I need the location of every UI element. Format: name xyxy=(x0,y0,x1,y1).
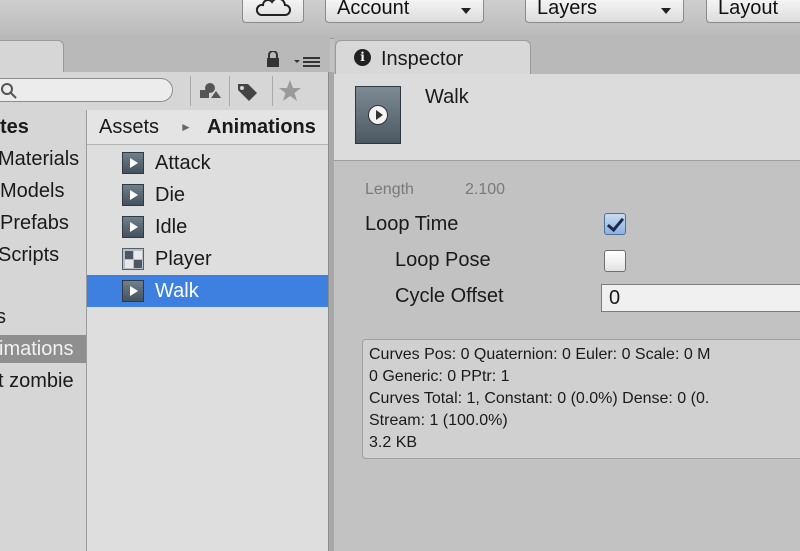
breadcrumb-separator-icon: ► xyxy=(180,120,192,134)
project-search-row xyxy=(0,72,330,111)
panel-menu-icon[interactable] xyxy=(293,54,321,68)
tree-item[interactable]: Materials xyxy=(0,145,86,173)
inspector-body: Length 2.100 Loop Time Loop Pose Cycle O… xyxy=(334,161,800,551)
file-row-attack[interactable]: Attack xyxy=(87,147,328,179)
star-icon xyxy=(279,80,301,101)
filter-by-label-button[interactable] xyxy=(229,76,263,106)
stats-line: 0 Generic: 0 PPtr: 1 xyxy=(369,368,510,385)
chevron-down-icon xyxy=(461,8,471,14)
file-label: Player xyxy=(155,248,212,270)
animation-clip-icon xyxy=(122,184,144,206)
loop-time-checkbox[interactable] xyxy=(604,213,626,235)
info-icon: i xyxy=(354,49,371,66)
cycle-offset-field[interactable]: 0 xyxy=(601,284,800,312)
tag-icon xyxy=(238,84,257,101)
file-label: Die xyxy=(155,184,186,206)
file-label: Idle xyxy=(155,216,188,238)
lock-icon[interactable] xyxy=(266,51,280,67)
file-row-idle[interactable]: Idle xyxy=(87,211,328,243)
file-row-walk[interactable]: Walk xyxy=(87,275,328,307)
favorites-button[interactable] xyxy=(272,76,306,106)
asset-list: Assets ► Animations Attack Die Idle Play… xyxy=(87,110,328,551)
cycle-offset-label: Cycle Offset xyxy=(395,285,504,307)
stats-line: 3.2 KB xyxy=(369,434,418,451)
project-tab[interactable] xyxy=(0,40,64,74)
tree-item[interactable]: s xyxy=(0,303,86,331)
asset-name: Walk xyxy=(425,86,469,108)
tree-item-animations[interactable]: imations xyxy=(0,335,86,363)
stats-line: Curves Pos: 0 Quaternion: 0 Euler: 0 Sca… xyxy=(369,346,711,363)
length-value: 2.100 xyxy=(465,181,506,198)
search-input[interactable] xyxy=(0,78,173,102)
file-row-player[interactable]: Player xyxy=(87,243,328,275)
shapes-icon xyxy=(200,83,221,98)
cloud-icon xyxy=(255,0,291,16)
tree-item[interactable]: Models xyxy=(0,177,86,205)
chevron-down-icon xyxy=(661,8,671,14)
breadcrumb-assets[interactable]: Assets xyxy=(99,110,159,144)
search-icon xyxy=(1,83,17,99)
loop-time-label: Loop Time xyxy=(365,213,459,235)
breadcrumb-current[interactable]: Animations xyxy=(207,110,316,144)
stats-line: Stream: 1 (100.0%) xyxy=(369,412,508,429)
account-label: Account xyxy=(337,0,410,19)
layout-label: Layout xyxy=(718,0,779,19)
file-label: Attack xyxy=(155,152,211,174)
layout-dropdown[interactable]: Layout xyxy=(706,0,800,23)
length-label: Length xyxy=(365,181,414,198)
file-row-die[interactable]: Die xyxy=(87,179,328,211)
animator-controller-icon xyxy=(122,248,144,270)
cloud-button[interactable] xyxy=(242,0,304,23)
animation-clip-icon xyxy=(122,216,144,238)
account-dropdown[interactable]: Account xyxy=(325,0,484,23)
loop-pose-label: Loop Pose xyxy=(395,249,491,271)
tree-item[interactable]: tes xyxy=(0,113,86,141)
animation-clip-icon xyxy=(355,86,401,144)
loop-pose-checkbox[interactable] xyxy=(604,250,626,272)
clip-stats-box: Curves Pos: 0 Quaternion: 0 Euler: 0 Sca… xyxy=(362,339,800,459)
toolbar: Account Layers Layout xyxy=(0,0,800,39)
file-label: Walk xyxy=(155,280,199,302)
inspector-tab-label: Inspector xyxy=(381,48,464,70)
filter-by-type-button[interactable] xyxy=(190,76,224,106)
layers-dropdown[interactable]: Layers xyxy=(525,0,684,23)
tab-inspector[interactable]: i Inspector xyxy=(335,40,531,76)
animation-clip-icon xyxy=(122,152,144,174)
animation-clip-icon xyxy=(122,280,144,302)
inspector-header: Walk xyxy=(334,74,800,161)
tree-item[interactable]: Prefabs xyxy=(0,209,86,237)
folder-tree: tes Materials Models Prefabs Scripts s i… xyxy=(0,110,87,551)
stats-line: Curves Total: 1, Constant: 0 (0.0%) Dens… xyxy=(369,390,710,407)
tree-item[interactable]: Scripts xyxy=(0,241,86,269)
breadcrumb: Assets ► Animations xyxy=(87,110,328,145)
layers-label: Layers xyxy=(537,0,598,19)
tree-item[interactable]: t zombie xyxy=(0,367,86,395)
